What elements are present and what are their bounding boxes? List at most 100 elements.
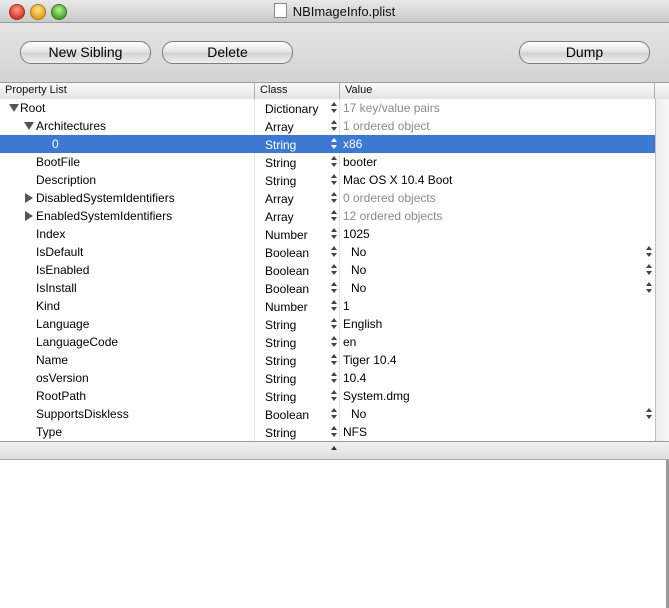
row-class[interactable]: Array (265, 120, 294, 134)
row-key: Type (36, 425, 63, 439)
row-class[interactable]: String (265, 174, 296, 188)
class-popup-arrows-icon[interactable] (331, 317, 337, 331)
class-popup-arrows-icon[interactable] (331, 335, 337, 349)
value-popup-arrows-icon[interactable] (646, 407, 652, 421)
boolean-value-popup[interactable]: No (351, 281, 366, 295)
row-value: 1 ordered object (343, 119, 430, 133)
table-row[interactable]: Description String Mac OS X 10.4 Boot (0, 171, 655, 189)
column-divider (654, 83, 655, 99)
row-class[interactable]: String (265, 372, 296, 386)
table-header: Property List Class Value (0, 82, 669, 100)
row-value[interactable]: Mac OS X 10.4 Boot (343, 173, 452, 187)
class-popup-arrows-icon[interactable] (331, 191, 337, 205)
row-class[interactable]: Array (265, 192, 294, 206)
new-sibling-button[interactable]: New Sibling (20, 41, 151, 64)
table-row[interactable]: BootFile String booter (0, 153, 655, 171)
disclosure-triangle-collapsed-icon[interactable] (25, 193, 33, 203)
class-popup-arrows-icon[interactable] (331, 263, 337, 277)
class-column-header[interactable]: Class (255, 84, 288, 96)
disclosure-triangle-collapsed-icon[interactable] (25, 211, 33, 221)
table-row[interactable]: IsDefault Boolean No (0, 243, 655, 261)
class-popup-arrows-icon[interactable] (331, 281, 337, 295)
delete-button[interactable]: Delete (162, 41, 293, 64)
class-popup-arrows-icon[interactable] (331, 245, 337, 259)
table-row[interactable]: EnabledSystemIdentifiers Array 12 ordere… (0, 207, 655, 225)
row-class[interactable]: Number (265, 228, 308, 242)
table-row-selected[interactable]: 0 String x86 (0, 135, 655, 153)
class-popup-arrows-icon[interactable] (331, 119, 337, 133)
split-view-divider[interactable] (0, 441, 669, 460)
row-class[interactable]: String (265, 390, 296, 404)
table-row[interactable]: IsEnabled Boolean No (0, 261, 655, 279)
property-list-table[interactable]: Root Dictionary 17 key/value pairs Archi… (0, 99, 655, 441)
row-class[interactable]: Boolean (265, 264, 309, 278)
row-value[interactable]: Tiger 10.4 (343, 353, 397, 367)
class-popup-arrows-icon[interactable] (331, 227, 337, 241)
dump-button[interactable]: Dump (519, 41, 650, 64)
row-class[interactable]: Array (265, 210, 294, 224)
table-row[interactable]: Language String English (0, 315, 655, 333)
title-bar[interactable]: NBImageInfo.plist (0, 0, 669, 23)
row-key: Description (36, 173, 97, 187)
row-class[interactable]: Boolean (265, 246, 309, 260)
boolean-value-popup[interactable]: No (351, 263, 366, 277)
table-row[interactable]: LanguageCode String en (0, 333, 655, 351)
class-popup-arrows-icon[interactable] (331, 371, 337, 385)
row-value[interactable]: x86 (343, 137, 362, 151)
row-value[interactable]: 1025 (343, 227, 370, 241)
table-row[interactable]: SupportsDiskless Boolean No (0, 405, 655, 423)
table-row[interactable]: Name String Tiger 10.4 (0, 351, 655, 369)
disclosure-triangle-expanded-icon[interactable] (9, 104, 19, 112)
property-list-column-header[interactable]: Property List (0, 84, 67, 96)
row-value[interactable]: English (343, 317, 382, 331)
class-popup-arrows-icon[interactable] (331, 155, 337, 169)
value-column-header[interactable]: Value (340, 84, 372, 96)
table-row[interactable]: osVersion String 10.4 (0, 369, 655, 387)
table-row[interactable]: Architectures Array 1 ordered object (0, 117, 655, 135)
class-popup-arrows-icon[interactable] (331, 209, 337, 223)
class-popup-arrows-icon[interactable] (331, 389, 337, 403)
row-value[interactable]: en (343, 335, 356, 349)
table-row[interactable]: DisabledSystemIdentifiers Array 0 ordere… (0, 189, 655, 207)
row-value[interactable]: 1 (343, 299, 350, 313)
class-popup-arrows-icon[interactable] (331, 137, 337, 151)
boolean-value-popup[interactable]: No (351, 245, 366, 259)
row-class[interactable]: Boolean (265, 408, 309, 422)
class-popup-arrows-icon[interactable] (331, 425, 337, 439)
class-popup-arrows-icon[interactable] (331, 101, 337, 115)
row-class[interactable]: Dictionary (265, 102, 318, 116)
row-class[interactable]: String (265, 138, 296, 152)
class-popup-arrows-icon[interactable] (331, 353, 337, 367)
table-row[interactable]: Root Dictionary 17 key/value pairs (0, 99, 655, 117)
vertical-scrollbar[interactable] (655, 99, 669, 441)
row-class[interactable]: String (265, 426, 296, 440)
window-title-text: NBImageInfo.plist (292, 4, 396, 19)
row-class[interactable]: String (265, 156, 296, 170)
class-popup-arrows-icon[interactable] (331, 299, 337, 313)
row-value[interactable]: booter (343, 155, 377, 169)
row-value[interactable]: NFS (343, 425, 367, 439)
row-key: Language (36, 317, 90, 331)
row-value[interactable]: System.dmg (343, 389, 410, 403)
table-row[interactable]: Type String NFS (0, 423, 655, 441)
dump-text-view[interactable] (0, 459, 669, 608)
row-value[interactable]: 10.4 (343, 371, 366, 385)
table-row[interactable]: Kind Number 1 (0, 297, 655, 315)
table-row[interactable]: IsInstall Boolean No (0, 279, 655, 297)
class-popup-arrows-icon[interactable] (331, 407, 337, 421)
row-class[interactable]: String (265, 336, 296, 350)
class-popup-arrows-icon[interactable] (331, 173, 337, 187)
row-key: Kind (36, 299, 61, 313)
row-class[interactable]: Boolean (265, 282, 309, 296)
row-class[interactable]: String (265, 318, 296, 332)
boolean-value-popup[interactable]: No (351, 407, 366, 421)
table-row[interactable]: RootPath String System.dmg (0, 387, 655, 405)
row-class[interactable]: String (265, 354, 296, 368)
disclosure-triangle-expanded-icon[interactable] (24, 122, 34, 130)
value-popup-arrows-icon[interactable] (646, 281, 652, 295)
row-class[interactable]: Number (265, 300, 308, 314)
split-grip-icon[interactable] (331, 446, 337, 450)
value-popup-arrows-icon[interactable] (646, 263, 652, 277)
table-row[interactable]: Index Number 1025 (0, 225, 655, 243)
value-popup-arrows-icon[interactable] (646, 245, 652, 259)
